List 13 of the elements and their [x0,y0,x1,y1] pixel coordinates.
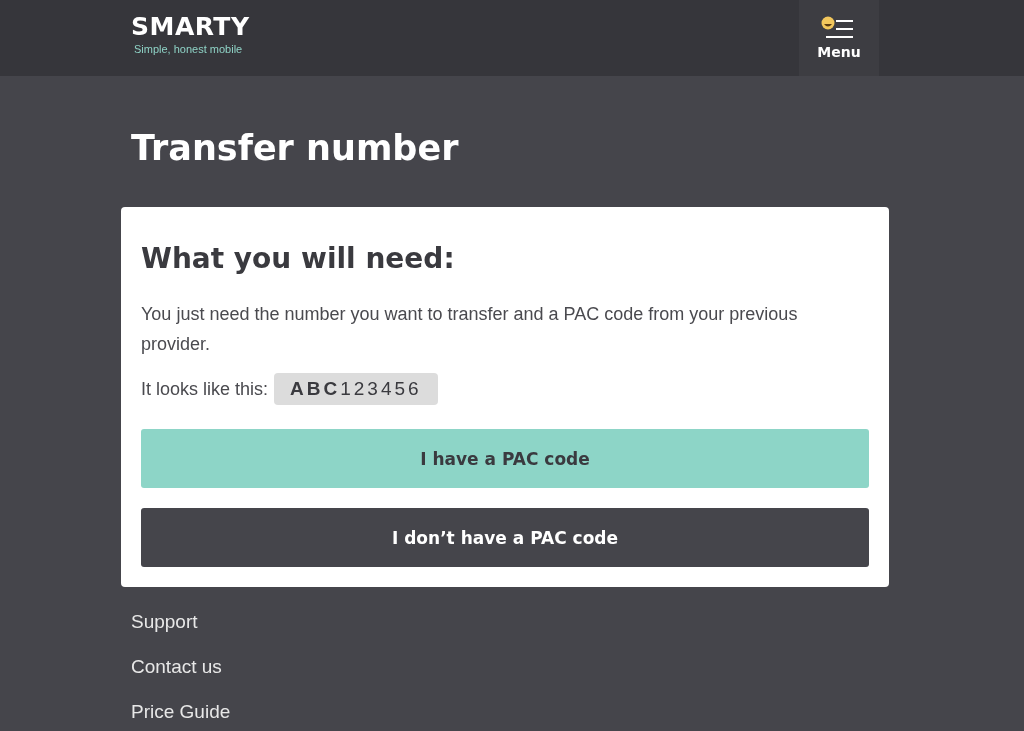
footer-link[interactable]: Contact us [131,654,889,680]
pac-code-example: ABC123456 [274,373,438,405]
page-title: Transfer number [130,127,460,170]
pac-code-button[interactable]: I have a PAC code [141,429,869,488]
example-label: It looks like this: [141,378,269,400]
footer-link[interactable]: Price Guide [131,699,889,725]
menu-button[interactable]: Menu [799,0,879,76]
pac-code-button[interactable]: I don’t have a PAC code [141,508,869,567]
logo[interactable]: SMARTY [131,13,250,41]
footer-link[interactable]: Support [131,609,889,635]
intro-text: You just need the number you want to transfer and a PAC code from your previous provider. [141,303,799,356]
card-heading: What you will need: [141,241,456,277]
tagline: Simple, honest mobile [134,43,244,55]
